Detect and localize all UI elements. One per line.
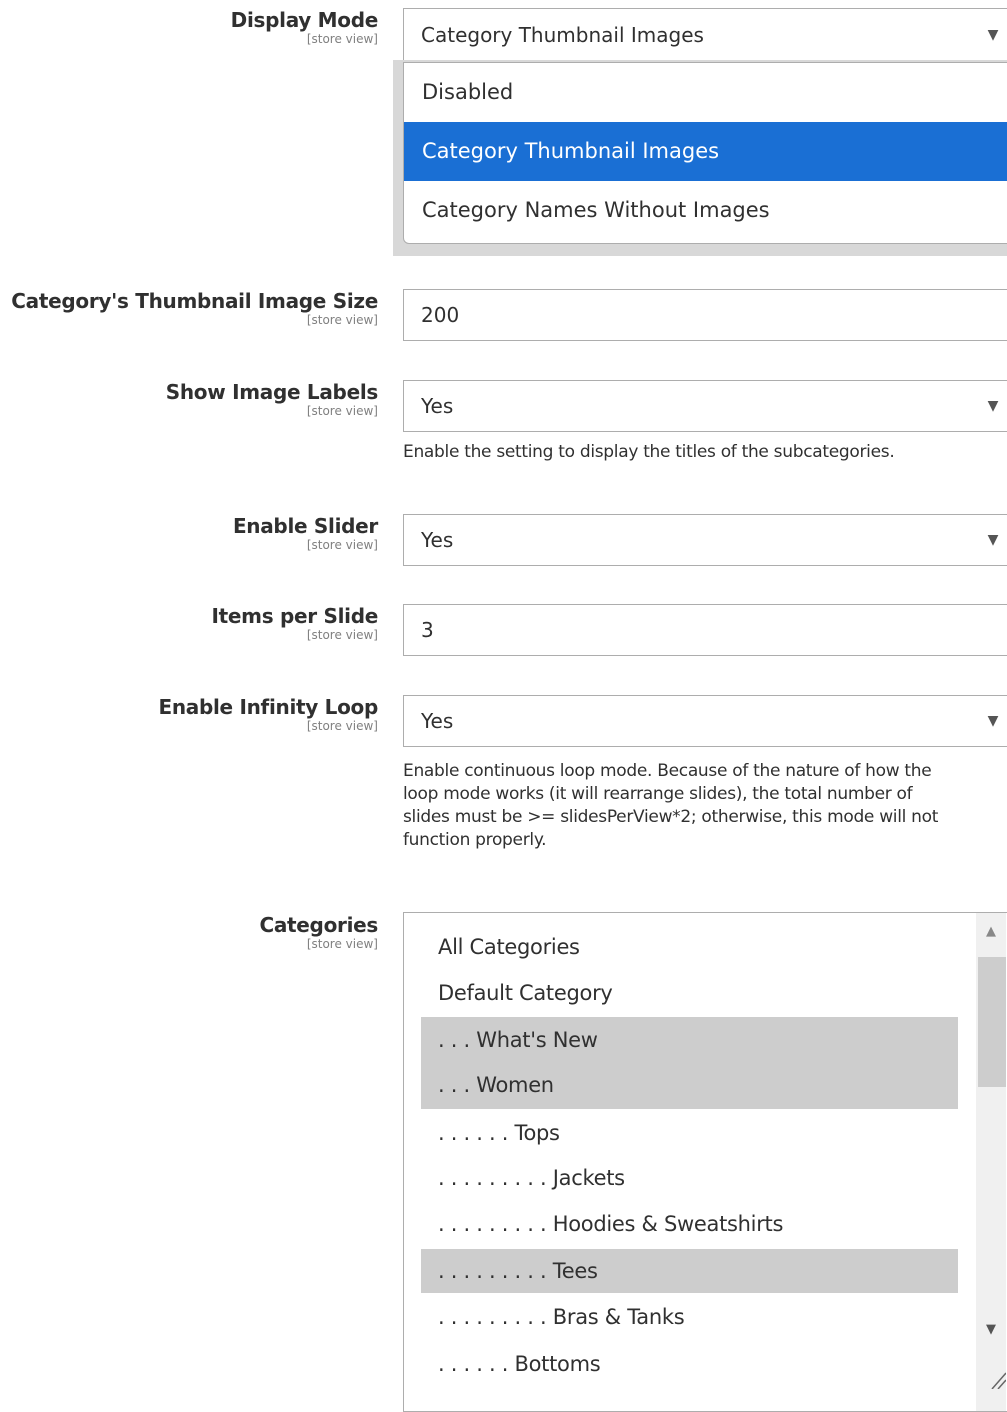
infinity-loop-label: Enable Infinity Loop xyxy=(158,695,378,719)
categories-label: Categories xyxy=(259,913,378,937)
display-mode-select[interactable]: Category Thumbnail Images ▼ xyxy=(403,8,1007,62)
infinity-loop-note: Enable continuous loop mode. Because of … xyxy=(403,760,1007,852)
category-option[interactable]: All Categories xyxy=(421,927,958,967)
thumbnail-size-label: Category's Thumbnail Image Size xyxy=(11,289,378,313)
display-mode-dropdown[interactable]: Disabled Category Thumbnail Images Categ… xyxy=(403,62,1007,244)
infinity-loop-note-line: Enable continuous loop mode. Because of … xyxy=(403,761,932,781)
chevron-down-icon[interactable]: ▼ xyxy=(978,696,1007,746)
category-option[interactable]: . . . . . . Tops xyxy=(421,1113,958,1153)
show-image-labels-note: Enable the setting to display the titles… xyxy=(403,442,895,462)
items-per-slide-label-group: Items per Slide [store view] xyxy=(211,604,379,642)
infinity-loop-value: Yes xyxy=(421,709,454,733)
categories-label-group: Categories [store view] xyxy=(259,913,378,951)
scrollbar-thumb[interactable] xyxy=(978,957,1006,1087)
show-image-labels-label: Show Image Labels xyxy=(165,380,379,404)
enable-slider-value: Yes xyxy=(421,528,454,552)
items-per-slide-input[interactable]: 3 xyxy=(403,604,1007,656)
items-per-slide-scope: [store view] xyxy=(306,628,378,642)
categories-scrollbar[interactable]: ▲ ▼ xyxy=(976,913,1006,1411)
display-mode-value: Category Thumbnail Images xyxy=(421,23,704,47)
category-option[interactable]: . . . . . . . . . Jackets xyxy=(421,1158,958,1198)
show-image-labels-select[interactable]: Yes ▼ xyxy=(403,380,1007,432)
enable-slider-select[interactable]: Yes ▼ xyxy=(403,514,1007,566)
enable-slider-scope: [store view] xyxy=(306,538,378,552)
category-option[interactable]: . . . . . . . . . Hoodies & Sweatshirts xyxy=(421,1204,958,1244)
dropdown-option-disabled[interactable]: Disabled xyxy=(404,63,1007,122)
category-option[interactable]: Default Category xyxy=(421,973,958,1013)
display-mode-scope: [store view] xyxy=(306,32,378,46)
display-mode-label-group: Display Mode [store view] xyxy=(230,8,379,46)
show-image-labels-label-group: Show Image Labels [store view] xyxy=(165,380,379,418)
enable-slider-label-group: Enable Slider [store view] xyxy=(233,514,378,552)
thumbnail-size-scope: [store view] xyxy=(306,313,378,327)
thumbnail-size-value: 200 xyxy=(421,303,460,327)
category-option[interactable]: . . . . . . . . . Bras & Tanks xyxy=(421,1297,958,1337)
infinity-loop-label-group: Enable Infinity Loop [store view] xyxy=(158,695,378,733)
thumbnail-size-label-group: Category's Thumbnail Image Size [store v… xyxy=(11,289,378,327)
chevron-down-icon[interactable]: ▼ xyxy=(978,9,1007,59)
category-option[interactable]: . . . . . . . . . Tees xyxy=(421,1249,958,1293)
resize-handle-icon[interactable] xyxy=(988,1369,1007,1390)
show-image-labels-value: Yes xyxy=(421,394,454,418)
display-mode-label: Display Mode xyxy=(230,8,379,32)
infinity-loop-select[interactable]: Yes ▼ xyxy=(403,695,1007,747)
chevron-down-icon[interactable]: ▼ xyxy=(978,515,1007,565)
scroll-down-arrow-icon[interactable]: ▼ xyxy=(976,1313,1006,1347)
enable-slider-label: Enable Slider xyxy=(232,514,378,538)
infinity-loop-note-line: loop mode works (it will rearrange slide… xyxy=(403,784,913,804)
scroll-up-arrow-icon[interactable]: ▲ xyxy=(976,915,1006,949)
category-option[interactable]: . . . . . . Bottoms xyxy=(421,1344,958,1384)
thumbnail-size-input[interactable]: 200 xyxy=(403,289,1007,341)
items-per-slide-label: Items per Slide xyxy=(211,604,379,628)
categories-scope: [store view] xyxy=(306,937,378,951)
infinity-loop-note-line: slides must be >= slidesPerView*2; other… xyxy=(403,807,939,827)
infinity-loop-scope: [store view] xyxy=(306,719,378,733)
category-option[interactable]: . . . Women xyxy=(421,1063,958,1109)
dropdown-option-category-thumbnail-images[interactable]: Category Thumbnail Images xyxy=(404,122,1007,181)
items-per-slide-value: 3 xyxy=(421,618,434,642)
infinity-loop-note-line: function properly. xyxy=(403,830,547,850)
category-option[interactable]: . . . What's New xyxy=(421,1017,958,1063)
dropdown-option-category-names-without-images[interactable]: Category Names Without Images xyxy=(404,181,1007,240)
chevron-down-icon[interactable]: ▼ xyxy=(978,381,1007,431)
categories-multiselect[interactable]: All Categories Default Category . . . Wh… xyxy=(403,912,1007,1412)
show-image-labels-scope: [store view] xyxy=(306,404,378,418)
